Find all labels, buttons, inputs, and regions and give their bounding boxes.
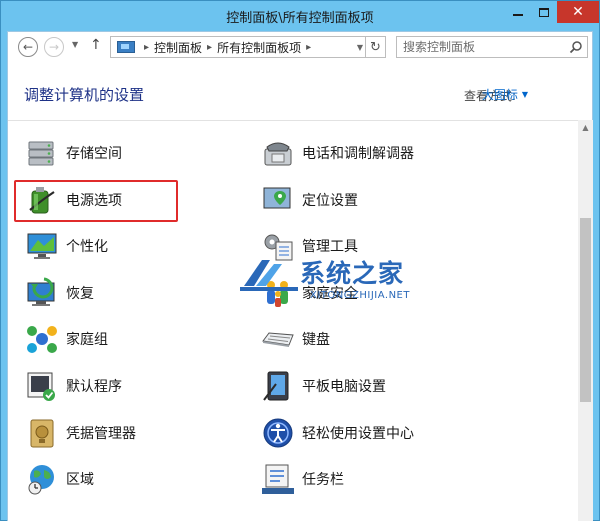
homegroup-icon — [27, 326, 57, 353]
breadcrumb-all-items[interactable]: 所有控制面板项 — [217, 39, 301, 56]
tablet-pc-settings-icon — [263, 371, 289, 401]
default-programs-icon — [27, 372, 55, 401]
taskbar-icon — [262, 464, 294, 494]
item-region[interactable]: 区域 — [24, 459, 94, 499]
item-label[interactable]: 存储空间 — [66, 143, 122, 163]
breadcrumb-separator[interactable]: ▸ — [144, 42, 149, 53]
divider — [8, 120, 578, 121]
recovery-icon — [27, 277, 55, 306]
view-by-dropdown[interactable]: 大图标 ▼ — [482, 86, 528, 103]
minimize-button[interactable] — [505, 1, 531, 23]
item-label[interactable]: 平板电脑设置 — [302, 376, 386, 396]
watermark-url: XITONGZHIJIA.NET — [310, 290, 410, 301]
item-label[interactable]: 默认程序 — [66, 376, 122, 396]
vertical-scrollbar[interactable]: ▲ — [578, 120, 593, 521]
chevron-down-icon[interactable]: ▼ — [522, 90, 528, 99]
item-location-settings[interactable]: 定位设置 — [260, 180, 358, 220]
storage-spaces-icon — [28, 141, 54, 166]
keyboard-icon — [262, 332, 294, 347]
item-label[interactable]: 定位设置 — [302, 190, 358, 210]
refresh-icon: ↻ — [370, 39, 381, 55]
refresh-button[interactable]: ↻ — [365, 37, 385, 57]
back-button[interactable]: ← — [18, 37, 38, 57]
main-content: 调整计算机的设置 查看方式: 大图标 ▼ 存储空间 电源选项 个性化 恢复 家庭… — [7, 62, 593, 521]
region-icon — [28, 465, 54, 495]
item-keyboard[interactable]: 键盘 — [260, 319, 330, 359]
item-default-programs[interactable]: 默认程序 — [24, 366, 122, 406]
item-credential-manager[interactable]: 凭据管理器 — [24, 413, 136, 453]
search-icon[interactable] — [569, 40, 583, 54]
item-label[interactable]: 凭据管理器 — [66, 423, 136, 443]
ease-of-access-icon — [263, 418, 293, 448]
item-label[interactable]: 区域 — [66, 469, 94, 489]
phone-and-modem-icon — [264, 142, 292, 166]
item-label[interactable]: 任务栏 — [302, 469, 344, 489]
control-panel-window: 控制面板\所有控制面板项 ✕ ← → ▼ ↑ ▸ 控制面板 ▸ 所有控制面板项 … — [0, 0, 600, 521]
item-ease-of-access-center[interactable]: 轻松使用设置中心 — [260, 413, 414, 453]
personalization-icon — [27, 233, 57, 259]
maximize-button[interactable] — [531, 1, 557, 23]
view-by-value[interactable]: 大图标 — [482, 86, 518, 103]
breadcrumb-control-panel[interactable]: 控制面板 — [154, 39, 202, 56]
item-personalization[interactable]: 个性化 — [24, 226, 108, 266]
watermark-name: 系统之家 — [300, 259, 405, 288]
maximize-icon — [539, 7, 549, 17]
title-bar[interactable]: 控制面板\所有控制面板项 ✕ — [1, 1, 599, 31]
navigation-bar: ← → ▼ ↑ ▸ 控制面板 ▸ 所有控制面板项 ▸ ▼ ↻ — [7, 31, 593, 62]
power-options-highlight — [14, 180, 178, 222]
item-taskbar[interactable]: 任务栏 — [260, 459, 344, 499]
search-input[interactable] — [397, 37, 557, 57]
watermark-logo — [240, 260, 298, 291]
forward-button[interactable]: → — [44, 37, 64, 57]
up-button[interactable]: ↑ — [90, 37, 102, 53]
item-storage-spaces[interactable]: 存储空间 — [24, 133, 122, 173]
scroll-thumb[interactable] — [580, 218, 591, 402]
address-bar[interactable]: ▸ 控制面板 ▸ 所有控制面板项 ▸ ▼ ↻ — [110, 36, 386, 58]
watermark: 系统之家 XITONGZHIJIA.NET — [236, 248, 436, 312]
address-dropdown-icon[interactable]: ▼ — [357, 43, 363, 52]
close-button[interactable]: ✕ — [557, 1, 599, 23]
item-recovery[interactable]: 恢复 — [24, 273, 94, 313]
item-label[interactable]: 个性化 — [66, 236, 108, 256]
page-heading: 调整计算机的设置 — [24, 86, 145, 104]
item-label[interactable]: 家庭组 — [66, 329, 108, 349]
item-label[interactable]: 恢复 — [66, 283, 94, 303]
back-arrow-icon: ← — [22, 40, 34, 54]
item-label[interactable]: 轻松使用设置中心 — [302, 423, 414, 443]
up-arrow-icon: ↑ — [90, 37, 102, 53]
item-label[interactable]: 键盘 — [302, 329, 330, 349]
breadcrumb-separator[interactable]: ▸ — [306, 42, 311, 53]
forward-arrow-icon: → — [48, 40, 60, 54]
location-settings-icon — [263, 187, 291, 209]
item-tablet-pc-settings[interactable]: 平板电脑设置 — [260, 366, 386, 406]
breadcrumb-separator[interactable]: ▸ — [207, 42, 212, 53]
search-box[interactable] — [396, 36, 588, 58]
close-icon: ✕ — [572, 4, 584, 20]
scroll-up-button[interactable]: ▲ — [578, 120, 593, 134]
item-label[interactable]: 电话和调制解调器 — [302, 143, 414, 163]
credential-manager-icon — [30, 419, 54, 448]
recent-locations-dropdown[interactable]: ▼ — [72, 40, 78, 49]
control-panel-icon — [117, 41, 135, 53]
item-phone-and-modem[interactable]: 电话和调制解调器 — [260, 133, 414, 173]
item-homegroup[interactable]: 家庭组 — [24, 319, 108, 359]
minimize-icon — [513, 14, 523, 16]
